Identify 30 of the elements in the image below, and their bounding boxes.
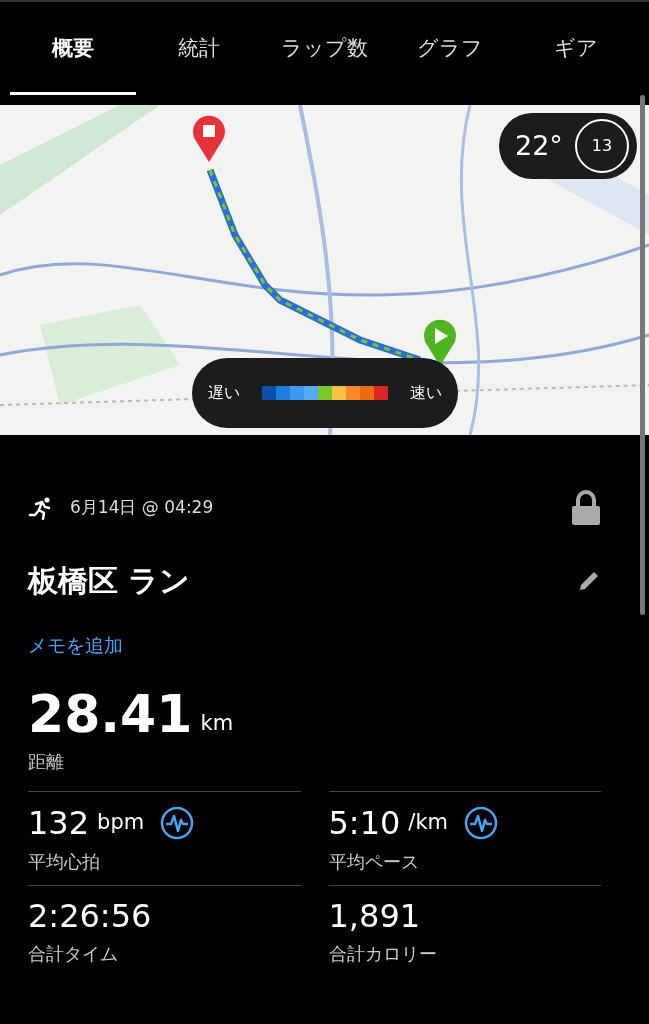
stat-value: 1,891 bbox=[328, 899, 421, 932]
distance-value: 28.41 bbox=[28, 687, 193, 740]
activity-date: 6月14日 @ 04:29 bbox=[70, 496, 214, 520]
stat-label: 平均ペース bbox=[328, 849, 420, 874]
stat-label: 合計カロリー bbox=[328, 941, 438, 966]
temperature: 22° bbox=[515, 128, 563, 163]
heart-rate-zone-icon[interactable] bbox=[464, 805, 499, 840]
wind-speed: 13 bbox=[591, 135, 613, 157]
activity-title: 板橋区 ラン bbox=[28, 562, 191, 600]
tab[interactable]: 概要 bbox=[10, 2, 136, 95]
stat-label: 合計タイム bbox=[28, 941, 119, 966]
scrollbar[interactable] bbox=[640, 95, 645, 615]
slow-label: 遅い bbox=[208, 382, 240, 404]
distance-label: 距離 bbox=[28, 749, 65, 774]
tab[interactable]: グラフ bbox=[387, 2, 514, 95]
tab[interactable]: ギア bbox=[513, 2, 639, 95]
stat-value: 5:10 bbox=[328, 806, 401, 839]
stat-label: 平均心拍 bbox=[28, 849, 101, 874]
tab[interactable]: 統計 bbox=[135, 2, 262, 95]
stat-unit: /km bbox=[408, 808, 449, 836]
stat-value: 132 bbox=[28, 806, 90, 839]
finish-pin-icon bbox=[192, 115, 226, 163]
distance-unit: km bbox=[200, 710, 234, 737]
heart-rate-zone-icon[interactable] bbox=[160, 805, 195, 840]
stat-unit: bpm bbox=[97, 808, 145, 836]
tab[interactable]: ラップ数 bbox=[261, 2, 388, 95]
stat-value: 2:26:56 bbox=[28, 899, 152, 932]
lock-icon[interactable] bbox=[571, 490, 601, 526]
add-note-link[interactable]: メモを追加 bbox=[28, 631, 123, 660]
fast-label: 速い bbox=[410, 382, 442, 404]
